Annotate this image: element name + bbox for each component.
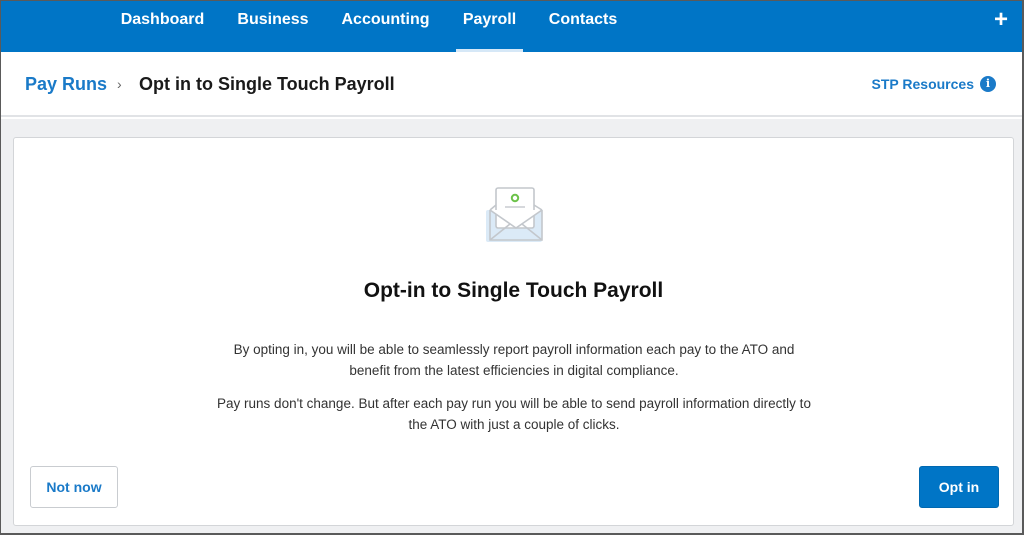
nav-tab-payroll[interactable]: Payroll xyxy=(456,1,523,52)
top-navigation: Dashboard Business Accounting Payroll Co… xyxy=(1,1,1022,52)
plus-icon[interactable]: + xyxy=(990,7,1012,33)
description-paragraph-2: Pay runs don't change. But after each pa… xyxy=(217,396,811,432)
nav-tab-accounting[interactable]: Accounting xyxy=(341,1,430,52)
breadcrumb-chevron-icon: › xyxy=(117,76,122,92)
nav-tab-dashboard[interactable]: Dashboard xyxy=(120,1,205,52)
nav-tab-contacts[interactable]: Contacts xyxy=(548,1,618,52)
not-now-button[interactable]: Not now xyxy=(30,466,118,508)
card-title: Opt-in to Single Touch Payroll xyxy=(363,279,664,302)
info-icon: i xyxy=(980,76,996,92)
stp-resources-label: STP Resources xyxy=(871,76,974,92)
page-title: Opt in to Single Touch Payroll xyxy=(139,74,395,94)
page-header: Pay Runs › Opt in to Single Touch Payrol… xyxy=(1,52,1022,117)
opt-in-button[interactable]: Opt in xyxy=(919,466,999,508)
description-paragraph-1: By opting in, you will be able to seamle… xyxy=(233,342,795,378)
envelope-letter-icon xyxy=(486,187,543,242)
opt-in-card: Opt-in to Single Touch Payroll By opting… xyxy=(13,137,1014,526)
nav-tab-business[interactable]: Business xyxy=(237,1,309,52)
content-area: Opt-in to Single Touch Payroll By opting… xyxy=(1,119,1022,533)
app-window: Dashboard Business Accounting Payroll Co… xyxy=(0,0,1024,535)
stp-resources-link[interactable]: STP Resources i xyxy=(872,76,996,92)
breadcrumb-pay-runs-link[interactable]: Pay Runs xyxy=(25,74,107,95)
